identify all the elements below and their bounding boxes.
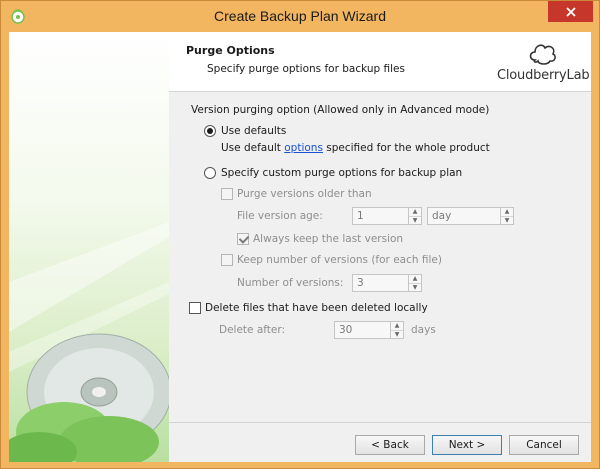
delete-after-spinner[interactable]: 30 ▲ ▼ xyxy=(334,321,404,339)
wizard-footer: < Back Next > Cancel xyxy=(169,422,591,462)
delete-local-label[interactable]: Delete files that have been deleted loca… xyxy=(205,302,428,314)
spin-up-icon[interactable]: ▲ xyxy=(501,208,513,216)
next-button[interactable]: Next > xyxy=(432,435,502,455)
page-title: Purge Options xyxy=(186,44,275,57)
number-versions-label: Number of versions: xyxy=(237,277,344,289)
use-default-suffix: specified for the whole product xyxy=(322,142,490,154)
delete-after-label: Delete after: xyxy=(219,324,286,336)
custom-purge-label[interactable]: Specify custom purge options for backup … xyxy=(221,167,462,179)
days-label: days xyxy=(411,324,436,336)
delete-after-spin-arrows[interactable]: ▲ ▼ xyxy=(390,322,403,338)
close-icon xyxy=(565,6,576,17)
keep-number-checkbox[interactable] xyxy=(221,254,233,266)
wizard-sidebar xyxy=(9,32,169,462)
page-header: Purge Options Specify purge options for … xyxy=(169,32,591,92)
delete-after-value: 30 xyxy=(339,324,353,336)
spin-down-icon[interactable]: ▼ xyxy=(409,283,421,291)
wizard-window: Create Backup Plan Wizard Purge Options … xyxy=(0,0,600,469)
file-age-value: 1 xyxy=(357,210,364,222)
back-button[interactable]: < Back xyxy=(355,435,425,455)
use-default-prefix: Use default xyxy=(221,142,285,154)
wizard-main: Purge Options Specify purge options for … xyxy=(169,32,591,462)
spin-up-icon[interactable]: ▲ xyxy=(391,322,403,330)
file-age-spin-arrows[interactable]: ▲ ▼ xyxy=(408,208,421,224)
cloudberry-logo: CloudberryLab xyxy=(497,38,590,86)
logo-text: CloudberryLab xyxy=(497,68,590,83)
custom-purge-radio[interactable] xyxy=(204,167,216,179)
delete-local-checkbox[interactable] xyxy=(189,302,201,314)
wizard-client: Purge Options Specify purge options for … xyxy=(9,32,591,462)
spin-down-icon[interactable]: ▼ xyxy=(501,216,513,224)
file-age-unit-value: day xyxy=(432,210,452,222)
number-versions-value: 3 xyxy=(357,277,364,289)
use-defaults-description: Use default options specified for the wh… xyxy=(221,142,490,154)
purge-older-label: Purge versions older than xyxy=(237,188,372,200)
window-title: Create Backup Plan Wizard xyxy=(214,8,386,24)
title-bar: Create Backup Plan Wizard xyxy=(1,1,599,32)
use-defaults-label[interactable]: Use defaults xyxy=(221,125,286,137)
spin-up-icon[interactable]: ▲ xyxy=(409,275,421,283)
file-age-spinner[interactable]: 1 ▲ ▼ xyxy=(352,207,422,225)
version-purging-label: Version purging option (Allowed only in … xyxy=(191,104,490,116)
options-link[interactable]: options xyxy=(284,142,323,154)
spin-down-icon[interactable]: ▼ xyxy=(409,216,421,224)
cancel-button[interactable]: Cancel xyxy=(509,435,579,455)
close-button[interactable] xyxy=(548,1,593,22)
backup-disc-icon xyxy=(9,222,169,462)
use-defaults-radio[interactable] xyxy=(204,125,216,137)
spin-up-icon[interactable]: ▲ xyxy=(409,208,421,216)
file-age-unit-spinner[interactable]: day ▲ ▼ xyxy=(427,207,514,225)
keep-number-label: Keep number of versions (for each file) xyxy=(237,254,442,266)
number-versions-spin-arrows[interactable]: ▲ ▼ xyxy=(408,275,421,291)
keep-last-checkbox[interactable] xyxy=(237,233,249,245)
cloud-logo-icon xyxy=(529,44,556,65)
file-age-label: File version age: xyxy=(237,210,323,222)
spin-down-icon[interactable]: ▼ xyxy=(391,330,403,338)
file-age-unit-spin-arrows[interactable]: ▲ ▼ xyxy=(500,208,513,224)
number-versions-spinner[interactable]: 3 ▲ ▼ xyxy=(352,274,422,292)
keep-last-label: Always keep the last version xyxy=(253,233,404,245)
purge-older-checkbox[interactable] xyxy=(221,188,233,200)
page-subtitle: Specify purge options for backup files xyxy=(207,63,405,75)
